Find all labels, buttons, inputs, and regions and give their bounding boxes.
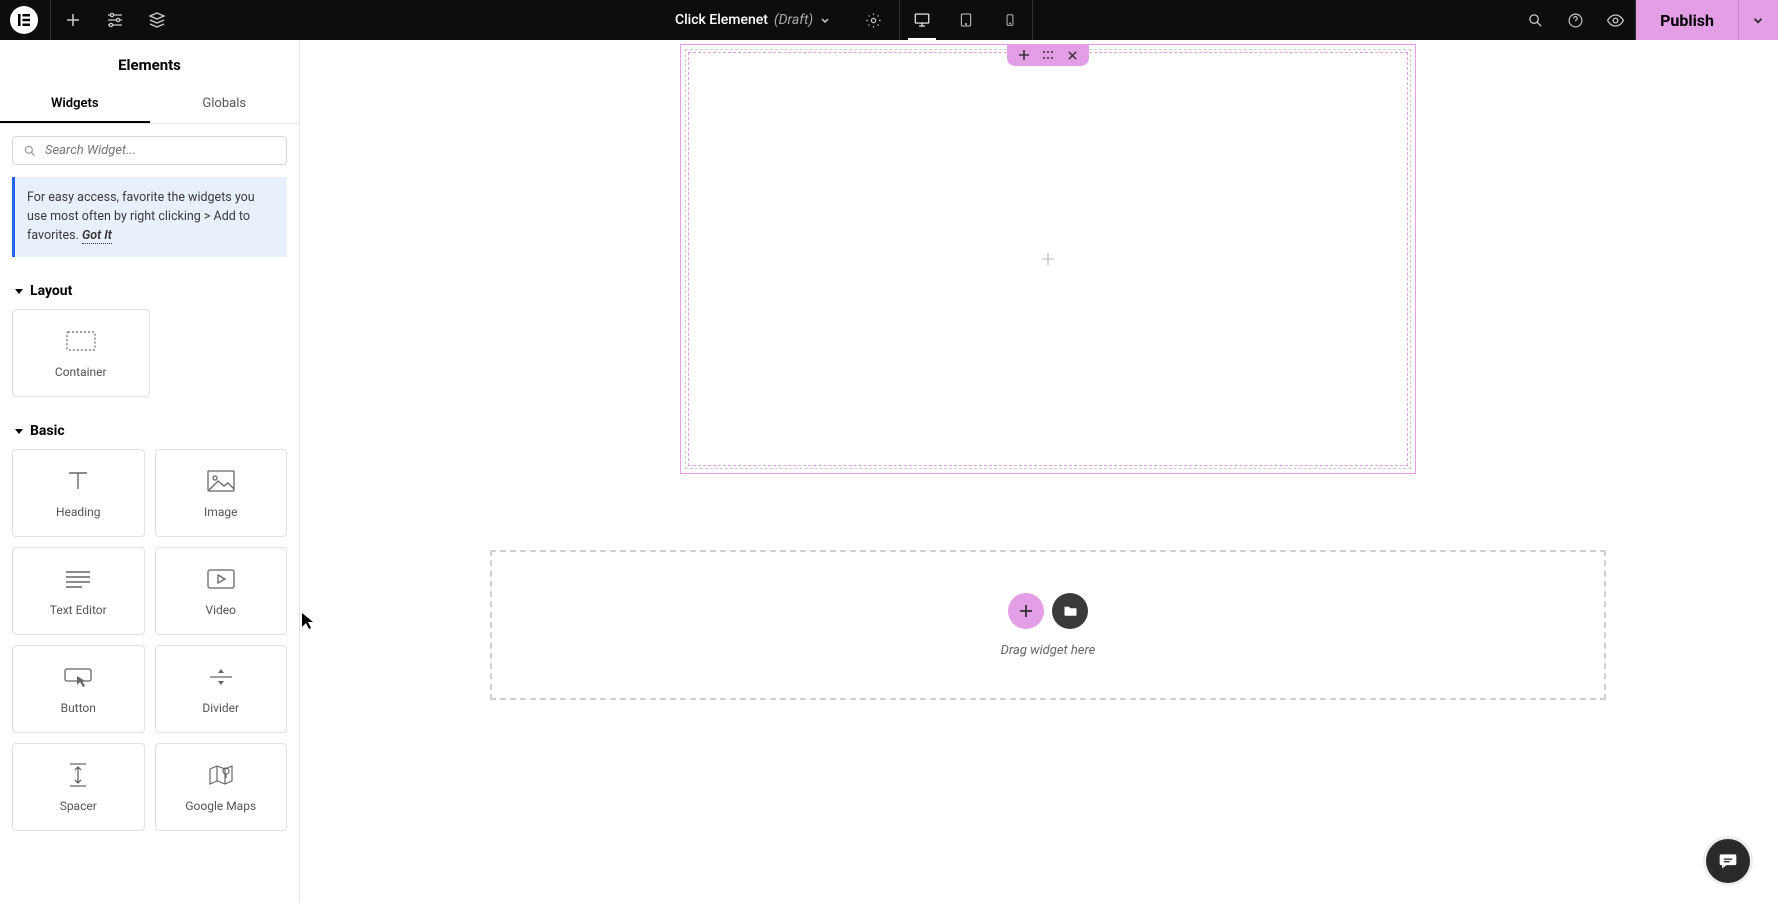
widget-video[interactable]: Video [155,547,288,635]
panel-tabs: Widgets Globals [0,86,299,124]
drop-zone-buttons [1008,593,1088,629]
widget-label: Divider [202,701,239,715]
button-icon [62,663,94,691]
topbar-right-group: Publish [1515,0,1778,40]
layout-widgets-grid: Container [0,309,150,413]
device-tablet-button[interactable] [944,0,988,40]
heading-icon [62,467,94,495]
chevron-down-icon [819,14,831,26]
folder-icon [1063,603,1078,618]
container-edit-handle [1007,44,1089,66]
text-editor-icon [62,565,94,593]
widget-label: Image [204,505,237,519]
google-maps-icon [205,761,237,789]
widget-label: Button [61,701,96,715]
add-template-button[interactable] [1052,593,1088,629]
widget-label: Google Maps [185,799,256,813]
responsive-device-group [899,0,1033,40]
widget-label: Spacer [60,799,97,813]
video-icon [205,565,237,593]
search-icon [23,144,37,158]
widget-label: Heading [56,505,101,519]
divider [50,0,51,40]
device-mobile-button[interactable] [988,0,1032,40]
widget-label: Container [55,365,107,379]
section-layout-title: Layout [30,283,72,299]
document-status: (Draft) [774,12,813,28]
section-basic-header[interactable]: Basic [0,413,299,449]
publish-button[interactable]: Publish [1636,0,1738,40]
document-title-block[interactable]: Click Elemenet (Draft) [659,12,847,28]
topbar-center-group: Click Elemenet (Draft) [659,0,1033,40]
container-add-button[interactable] [1017,48,1031,62]
chat-support-button[interactable] [1706,839,1750,883]
chevron-down-icon [1751,13,1765,27]
widget-spacer[interactable]: Spacer [12,743,145,831]
container-inner-drop-area[interactable] [688,52,1408,466]
image-icon [205,467,237,495]
spacer-icon [62,761,94,789]
section-layout-header[interactable]: Layout [0,273,299,309]
widget-container[interactable]: Container [12,309,150,397]
top-bar: Click Elemenet (Draft) [0,0,1778,40]
tip-dismiss-link[interactable]: Got It [82,228,112,244]
container-outer-dashed [685,49,1411,469]
search-box[interactable] [12,136,287,165]
chat-icon [1718,851,1738,871]
caret-down-icon [14,426,24,436]
basic-widgets-grid: Heading Image Text Editor Video Button [0,449,299,847]
container-icon [65,327,97,355]
add-section-drop-zone[interactable]: Drag widget here [490,550,1606,700]
tab-widgets[interactable]: Widgets [0,86,150,123]
widget-image[interactable]: Image [155,449,288,537]
widget-label: Text Editor [50,603,107,617]
editor-canvas[interactable]: Drag widget here [300,40,1778,903]
help-button[interactable] [1555,0,1595,40]
topbar-left-group [0,0,177,40]
widget-label: Video [205,603,236,617]
tip-text: For easy access, favorite the widgets yo… [27,190,255,243]
plus-icon [1019,604,1033,618]
publish-options-button[interactable] [1738,0,1778,40]
document-title: Click Elemenet [675,12,768,28]
widget-button[interactable]: Button [12,645,145,733]
widget-google-maps[interactable]: Google Maps [155,743,288,831]
drop-zone-text: Drag widget here [1001,643,1096,658]
cursor-icon [301,612,315,630]
container-drag-handle[interactable] [1041,48,1055,62]
plus-icon [1040,251,1056,267]
site-settings-button[interactable] [95,0,135,40]
selected-container[interactable] [680,44,1416,474]
add-new-section-button[interactable] [1008,593,1044,629]
container-delete-button[interactable] [1065,48,1079,62]
page-settings-button[interactable] [853,0,893,40]
divider-icon [205,663,237,691]
device-desktop-button[interactable] [900,0,944,40]
search-wrapper [0,124,299,177]
search-input[interactable] [45,143,276,158]
add-element-button[interactable] [53,0,93,40]
structure-button[interactable] [137,0,177,40]
elementor-logo[interactable] [10,6,38,34]
tab-globals[interactable]: Globals [150,86,300,123]
finder-search-button[interactable] [1515,0,1555,40]
section-basic-title: Basic [30,423,65,439]
caret-down-icon [14,286,24,296]
widget-heading[interactable]: Heading [12,449,145,537]
elements-panel: Elements Widgets Globals For easy access… [0,40,300,903]
widget-divider[interactable]: Divider [155,645,288,733]
favorites-tip: For easy access, favorite the widgets yo… [12,177,287,257]
panel-title: Elements [0,40,299,86]
preview-button[interactable] [1595,0,1635,40]
widget-text-editor[interactable]: Text Editor [12,547,145,635]
